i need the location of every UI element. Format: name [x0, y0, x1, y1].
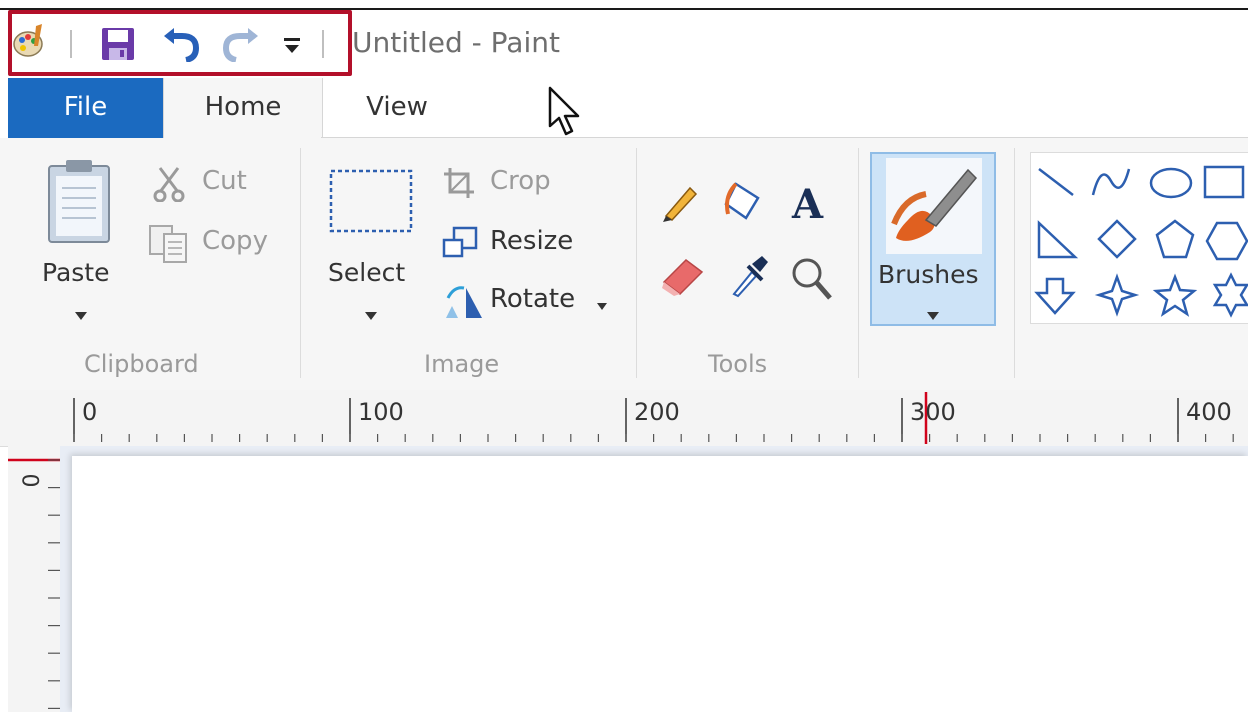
- vertical-ruler: 0: [8, 446, 60, 712]
- group-separator: [636, 148, 637, 378]
- shape-pentagon: [1155, 219, 1195, 259]
- color-picker-icon[interactable]: [728, 252, 772, 302]
- cut-button[interactable]: Cut: [202, 166, 247, 196]
- text-icon[interactable]: A: [790, 181, 834, 228]
- crop-icon: [442, 166, 476, 204]
- clipboard-group-label: Clipboard: [84, 350, 199, 378]
- drawing-canvas[interactable]: [72, 456, 1248, 712]
- tools-group-label: Tools: [708, 350, 768, 378]
- shape-curve: [1091, 168, 1131, 196]
- select-dropdown-icon[interactable]: [364, 306, 378, 325]
- brushes-label: Brushes: [878, 260, 979, 289]
- ruler-label-100: 100: [358, 398, 404, 426]
- tab-view[interactable]: View: [322, 78, 472, 138]
- group-separator: [1014, 148, 1015, 378]
- shape-hexagon: [1205, 221, 1248, 261]
- ruler-label-0: 0: [82, 398, 98, 426]
- brushes-button[interactable]: Brushes: [870, 152, 996, 326]
- quick-access-toolbar-highlight: [8, 10, 352, 76]
- copy-button[interactable]: Copy: [202, 226, 268, 256]
- paste-dropdown-icon[interactable]: [74, 306, 88, 325]
- magnifier-icon[interactable]: [790, 256, 834, 306]
- svg-text:A: A: [791, 182, 824, 222]
- eraser-icon[interactable]: [660, 256, 706, 300]
- shape-line: [1038, 168, 1074, 196]
- paste-button[interactable]: Paste: [42, 258, 109, 287]
- select-icon[interactable]: [328, 168, 414, 238]
- cut-icon: [152, 166, 186, 206]
- shape-arrow-down: [1034, 277, 1076, 315]
- rotate-icon: [444, 284, 484, 324]
- image-group-label: Image: [424, 350, 500, 378]
- shape-rectangle: [1203, 165, 1245, 199]
- select-button[interactable]: Select: [328, 258, 405, 287]
- vertical-ruler-label-0: 0: [16, 473, 42, 488]
- ruler-label-300: 300: [910, 398, 956, 426]
- ruler-label-400: 400: [1186, 398, 1232, 426]
- shape-five-point-star: [1152, 273, 1198, 317]
- window-title: Untitled - Paint: [352, 26, 560, 59]
- shape-six-point-star: [1212, 272, 1248, 318]
- ruler-label-200: 200: [634, 398, 680, 426]
- shape-four-point-star: [1094, 273, 1140, 317]
- ribbon-tabs: File Home View: [0, 78, 1248, 138]
- fill-icon[interactable]: [722, 176, 770, 226]
- shape-oval: [1149, 167, 1193, 199]
- copy-icon: [148, 224, 190, 268]
- pencil-icon[interactable]: [660, 180, 702, 226]
- group-separator: [300, 148, 301, 378]
- group-separator: [858, 148, 859, 378]
- tab-file[interactable]: File: [8, 78, 163, 138]
- tab-home[interactable]: Home: [163, 78, 323, 138]
- horizontal-ruler: 0 100 200 300 400: [0, 390, 1248, 447]
- shape-diamond: [1097, 219, 1137, 259]
- brushes-dropdown-icon: [926, 306, 940, 325]
- resize-icon: [442, 226, 478, 264]
- shapes-gallery: [1030, 152, 1248, 324]
- crop-button[interactable]: Crop: [490, 166, 551, 196]
- rotate-button[interactable]: Rotate: [490, 284, 575, 314]
- rotate-dropdown-icon[interactable]: [596, 296, 608, 315]
- paste-icon[interactable]: [46, 158, 112, 248]
- mouse-cursor-icon: [548, 86, 584, 144]
- shape-triangle: [1037, 220, 1079, 259]
- resize-button[interactable]: Resize: [490, 226, 573, 256]
- brush-icon: [886, 158, 982, 258]
- ribbon-home: Paste Cut Copy Clipboard Select Crop Res…: [0, 138, 1248, 391]
